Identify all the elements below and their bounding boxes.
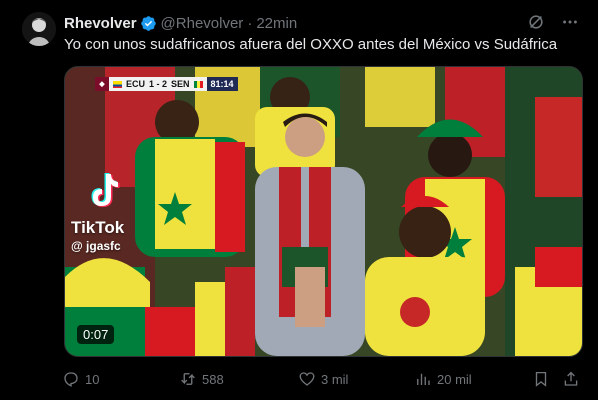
- score-box: ECU 1 - 2 SEN: [109, 77, 207, 91]
- video-frame: [65, 67, 582, 356]
- ecuador-flag-icon: [113, 80, 122, 88]
- bookmark-button[interactable]: [532, 368, 550, 390]
- team-away: SEN: [171, 79, 190, 89]
- like-button[interactable]: 3 mil: [298, 368, 348, 390]
- reply-count: 10: [85, 371, 100, 387]
- match-clock: 81:14: [206, 77, 238, 91]
- display-name[interactable]: Rhevolver: [64, 15, 137, 32]
- reply-button[interactable]: 10: [62, 368, 99, 390]
- timestamp[interactable]: 22min: [256, 15, 297, 32]
- verified-badge-icon: [140, 15, 157, 32]
- grok-icon[interactable]: [526, 12, 546, 32]
- view-count: 20 mil: [437, 371, 472, 387]
- header-actions: [526, 12, 580, 32]
- video-player[interactable]: ◆ ECU 1 - 2 SEN 81:14 TikTok @ jgasfc 0:…: [64, 66, 583, 357]
- broadcaster-logo-icon: ◆: [95, 77, 109, 91]
- tweet-text: Yo con unos sudafricanos afuera del OXXO…: [64, 36, 558, 53]
- tiktok-brand: TikTok: [71, 218, 125, 237]
- repost-icon: [181, 373, 195, 385]
- heart-icon: [299, 372, 315, 386]
- senegal-flag-icon: [193, 80, 203, 88]
- bookmark-icon: [535, 371, 547, 387]
- video-duration: 0:07: [77, 325, 115, 344]
- handle[interactable]: @Rhevolver: [161, 15, 244, 32]
- scorebug: ◆ ECU 1 - 2 SEN 81:14: [95, 77, 238, 91]
- repost-count: 588: [202, 371, 224, 387]
- repost-button[interactable]: 588: [179, 368, 224, 390]
- tiktok-watermark: TikTok @ jgasfc: [71, 171, 124, 253]
- tiktok-logo-icon: [91, 173, 120, 207]
- views-button[interactable]: 20 mil: [414, 368, 472, 390]
- action-bar: 10 588 3 mil 20 mil: [62, 368, 584, 390]
- team-home: ECU: [126, 79, 146, 89]
- more-options-icon[interactable]: [560, 12, 580, 32]
- reply-icon: [64, 372, 78, 387]
- avatar[interactable]: [22, 12, 56, 46]
- like-count: 3 mil: [321, 371, 349, 387]
- avatar-image: [22, 12, 56, 46]
- tweet-header: Rhevolver @Rhevolver · 22min: [64, 13, 297, 33]
- score: 1 - 2: [149, 79, 168, 89]
- share-icon: [564, 371, 578, 386]
- separator-dot: ·: [247, 14, 253, 32]
- tiktok-username: @ jgasfc: [71, 239, 121, 253]
- tweet[interactable]: Rhevolver @Rhevolver · 22min Yo con unos…: [0, 0, 598, 400]
- share-button[interactable]: [562, 368, 580, 390]
- views-icon: [417, 373, 430, 385]
